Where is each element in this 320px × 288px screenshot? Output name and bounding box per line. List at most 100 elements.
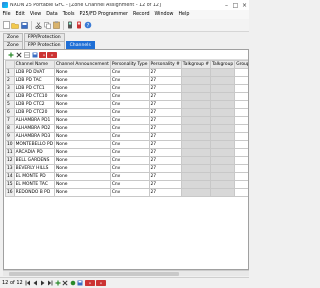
table-cell[interactable]: None [53,148,111,157]
subtab-fpp-protection[interactable]: FPP Protection [23,41,65,49]
menu-record[interactable]: Record [130,12,152,17]
column-header-personality-type[interactable]: Personality Type [109,60,150,69]
table-cell[interactable]: None [53,172,111,181]
table-cell[interactable] [180,108,212,117]
table-cell[interactable]: 27 [148,180,182,189]
table-cell[interactable] [180,164,212,173]
table-cell[interactable]: None [53,76,111,85]
table-row[interactable]: 14 EL MONTE PD None Cnv 27 [5,172,248,181]
table-cell[interactable] [180,188,212,197]
table-row[interactable]: 11 ARCADIA PD None Cnv 27 [5,148,248,157]
add-record-icon[interactable] [54,279,61,287]
table-cell[interactable]: LDB PD CTC20 [13,108,55,117]
status-save-icon[interactable] [77,279,84,287]
menu-view[interactable]: View [27,12,43,17]
new-icon[interactable] [2,21,10,29]
add-icon[interactable] [7,51,14,58]
delete-record-icon[interactable] [62,279,69,287]
table-cell[interactable] [180,172,212,181]
table-cell[interactable]: REDONDO B PD [13,188,55,197]
table-cell[interactable]: ALHAMBRA PD3 [13,132,55,141]
table-cell[interactable]: 27 [148,164,182,173]
table-cell[interactable] [210,84,236,93]
save-icon[interactable] [20,21,28,29]
table-cell[interactable] [180,84,212,93]
table-row[interactable]: 6 LDB PD CTC20 None Cnv 27 [5,108,248,117]
menu-file[interactable]: File [0,12,13,17]
menu-window[interactable]: Window [152,12,176,17]
table-cell[interactable] [210,68,236,77]
table-cell[interactable] [180,180,212,189]
record-mark-icon[interactable] [69,279,76,287]
table-row[interactable]: 12 BELL GARDENS None Cnv 27 [5,156,248,165]
table-cell[interactable]: LDB PD TAC [13,76,55,85]
table-cell[interactable] [234,116,248,125]
subtab-zone[interactable]: Zone [3,41,23,49]
table-cell[interactable]: None [53,108,111,117]
table-cell[interactable]: None [53,84,111,93]
table-cell[interactable]: Cnv [109,148,150,157]
table-cell[interactable] [234,132,248,141]
column-header-channel-announcement[interactable]: Channel Announcement [53,60,111,69]
close-button[interactable]: × [240,0,249,10]
table-cell[interactable]: 27 [148,172,182,181]
table-cell[interactable]: None [53,116,111,125]
table-cell[interactable]: ALHAMBRA PD2 [13,124,55,133]
table-cell[interactable]: 27 [148,76,182,85]
table-row[interactable]: 5 LDB PD CTC2 None Cnv 27 [5,100,248,109]
table-cell[interactable]: BELL GARDENS [13,156,55,165]
table-cell[interactable] [210,180,236,189]
table-cell[interactable] [234,92,248,101]
table-cell[interactable]: 27 [148,92,182,101]
table-cell[interactable] [180,132,212,141]
status-export-icon[interactable]: » [84,279,95,287]
table-cell[interactable] [210,164,236,173]
table-cell[interactable] [210,132,236,141]
table-cell[interactable] [210,76,236,85]
table-cell[interactable]: None [53,156,111,165]
table-cell[interactable] [180,156,212,165]
menu-data[interactable]: Data [44,12,60,17]
table-cell[interactable]: LDB PD CTC10 [13,92,55,101]
maximize-button[interactable]: □ [231,0,240,10]
menu-tools[interactable]: Tools [60,12,77,17]
table-cell[interactable]: 27 [148,132,182,141]
next-record-icon[interactable] [39,279,46,287]
table-cell[interactable] [210,140,236,149]
table-cell[interactable]: 27 [148,188,182,197]
paste-icon[interactable] [52,21,60,29]
table-cell[interactable]: None [53,164,111,173]
export-icon[interactable]: » [39,51,46,58]
table-cell[interactable]: Cnv [109,156,150,165]
table-row[interactable]: 4 LDB PD CTC10 None Cnv 27 [5,92,248,101]
table-cell[interactable]: EL MONTE PD [13,172,55,181]
table-cell[interactable] [234,124,248,133]
table-cell[interactable]: Cnv [109,164,150,173]
delete-icon[interactable] [15,51,22,58]
minimize-button[interactable]: – [222,0,231,10]
table-cell[interactable]: 27 [148,68,182,77]
table-cell[interactable] [210,172,236,181]
horizontal-scrollbar[interactable] [3,270,249,276]
table-cell[interactable]: LDB PD DVAT [13,68,55,77]
grid-save-icon[interactable] [31,51,38,58]
table-cell[interactable] [180,140,212,149]
table-cell[interactable] [180,116,212,125]
table-cell[interactable] [180,76,212,85]
tab-fpp-protection[interactable]: FPP/Protection [23,33,65,41]
table-cell[interactable]: Cnv [109,188,150,197]
table-cell[interactable] [234,140,248,149]
table-cell[interactable] [210,148,236,157]
table-row[interactable]: 10 MONTEBELLO PD None Cnv 27 [5,140,248,149]
table-cell[interactable] [210,156,236,165]
table-cell[interactable] [234,180,248,189]
table-cell[interactable]: Cnv [109,116,150,125]
menu-edit[interactable]: Edit [13,12,27,17]
table-cell[interactable] [180,68,212,77]
table-cell[interactable]: Cnv [109,108,150,117]
table-cell[interactable]: 27 [148,156,182,165]
menu-programmer[interactable]: P25/FD Programmer [77,12,130,17]
last-record-icon[interactable] [47,279,54,287]
table-cell[interactable] [210,100,236,109]
table-cell[interactable]: None [53,124,111,133]
